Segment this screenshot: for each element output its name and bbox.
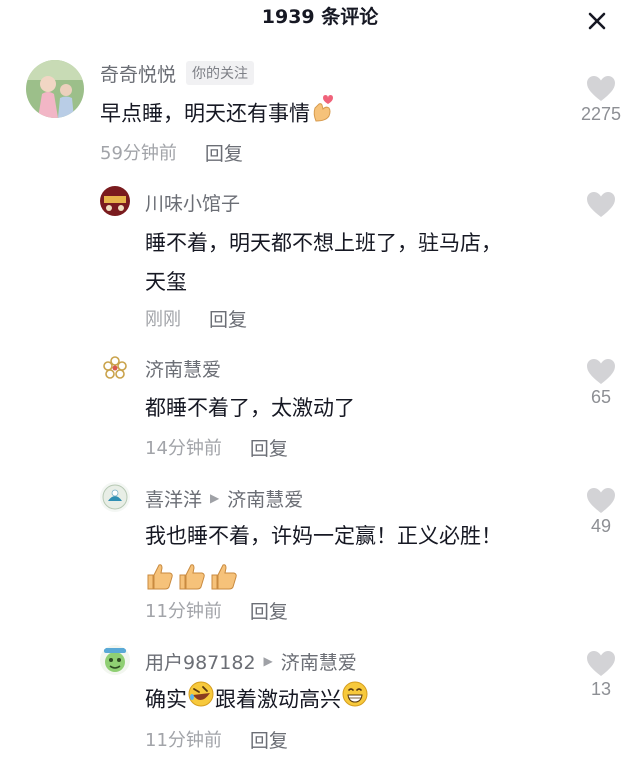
rofl-emoji: [187, 680, 215, 721]
comment-time: 14分钟前: [145, 438, 222, 459]
reply-button[interactable]: 回复: [250, 434, 288, 461]
like-count: 2275: [580, 104, 622, 124]
thumbs-up-emoji: [145, 556, 565, 595]
comment-author[interactable]: 川味小馆子: [145, 189, 240, 216]
reply-target[interactable]: 济南慧爱: [227, 485, 303, 512]
heart-icon: [587, 651, 615, 676]
like-count: 49: [590, 516, 612, 536]
comment-time: 刚刚: [145, 309, 181, 330]
avatar[interactable]: [100, 186, 130, 216]
comment-author[interactable]: 喜洋洋: [145, 485, 202, 512]
like-count: 13: [590, 679, 612, 699]
finger-heart-emoji: [310, 94, 334, 135]
like-count: 65: [590, 387, 612, 407]
avatar[interactable]: [100, 645, 130, 675]
like-button[interactable]: [571, 191, 631, 218]
comment-time: 59分钟前: [100, 143, 177, 164]
comment-text: 我也睡不着，许妈一定赢！正义必胜！: [145, 517, 565, 595]
heart-icon: [587, 488, 615, 513]
heart-icon: [587, 192, 615, 217]
comment-text: 都睡不着了，太激动了: [145, 396, 355, 420]
comment-author[interactable]: 用户987182: [145, 648, 256, 675]
like-button[interactable]: 2275: [571, 75, 631, 125]
heart-icon: [587, 76, 615, 101]
like-button[interactable]: 49: [571, 487, 631, 537]
heart-icon: [587, 359, 615, 384]
comment-text: 早点睡，明天还有事情: [100, 94, 520, 135]
reply-arrow-icon: ▶: [210, 491, 220, 505]
avatar[interactable]: [26, 60, 84, 118]
reply-button[interactable]: 回复: [205, 139, 243, 166]
comments-header: 1939 条评论: [0, 0, 640, 34]
grin-emoji: [341, 680, 369, 721]
comment-count-title: 1939 条评论: [261, 6, 379, 28]
like-button[interactable]: 65: [571, 358, 631, 408]
avatar[interactable]: [100, 353, 130, 383]
like-button[interactable]: 13: [571, 650, 631, 700]
comment-author[interactable]: 奇奇悦悦: [100, 60, 176, 87]
comment-text: 确实 跟着激动高兴: [145, 680, 565, 721]
close-icon[interactable]: [582, 6, 612, 36]
comment-time: 11分钟前: [145, 730, 222, 751]
comment-text: 睡不着，明天都不想上班了，驻马店， 天玺: [145, 231, 502, 294]
comment-author[interactable]: 济南慧爱: [145, 355, 221, 382]
avatar[interactable]: [100, 482, 130, 512]
following-badge: 你的关注: [186, 61, 255, 85]
comment-time: 11分钟前: [145, 601, 222, 622]
reply-arrow-icon: ▶: [263, 654, 273, 668]
reply-button[interactable]: 回复: [250, 597, 288, 624]
reply-button[interactable]: 回复: [209, 305, 247, 332]
reply-target[interactable]: 济南慧爱: [281, 648, 357, 675]
reply-button[interactable]: 回复: [250, 726, 288, 753]
